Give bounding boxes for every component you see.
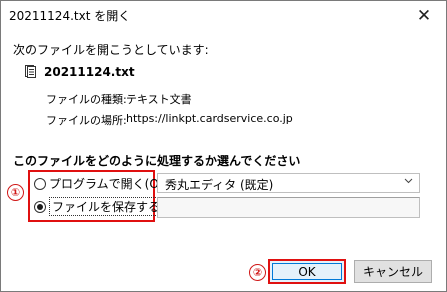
chevron-down-icon xyxy=(404,176,413,189)
close-button[interactable]: ✕ xyxy=(402,1,446,31)
file-open-dialog: 20211124.txt を開く ✕ 次のファイルを開こうとしています: 202… xyxy=(0,0,447,292)
ok-button[interactable]: OK xyxy=(268,259,346,284)
save-file-radio[interactable] xyxy=(34,200,46,213)
annotation-badge-2: ② xyxy=(249,264,266,281)
annotation-badge-1: ① xyxy=(7,184,24,201)
program-select[interactable]: 秀丸エディタ (既定) xyxy=(157,173,420,193)
ok-button-focus-ring: OK xyxy=(272,263,342,280)
program-select-value: 秀丸エディタ (既定) xyxy=(165,178,274,192)
open-with-option[interactable]: プログラムで開く(O): xyxy=(34,175,168,192)
radio-selected-dot xyxy=(37,203,43,210)
save-option-field xyxy=(157,197,420,218)
cancel-button[interactable]: キャンセル xyxy=(354,260,432,283)
open-with-label[interactable]: プログラムで開く(O): xyxy=(49,175,168,192)
file-name: 20211124.txt xyxy=(44,65,135,79)
window-title: 20211124.txt を開く xyxy=(9,9,131,23)
file-location-value: https://linkpt.cardservice.co.jp xyxy=(126,112,293,125)
cancel-button-label: キャンセル xyxy=(362,265,423,279)
close-icon: ✕ xyxy=(416,6,432,26)
file-type-value: テキスト文書 xyxy=(126,93,192,106)
ok-button-label: OK xyxy=(298,264,316,279)
dialog-heading: 次のファイルを開こうとしています: xyxy=(13,43,209,57)
title-bar: 20211124.txt を開く ✕ xyxy=(1,1,446,31)
document-icon xyxy=(25,65,36,78)
open-with-radio[interactable] xyxy=(34,177,46,190)
file-location-label: ファイルの場所: xyxy=(46,114,127,127)
action-section-title: このファイルをどのように処理するか選んでください xyxy=(13,154,301,168)
file-type-label: ファイルの種類: xyxy=(46,93,127,106)
